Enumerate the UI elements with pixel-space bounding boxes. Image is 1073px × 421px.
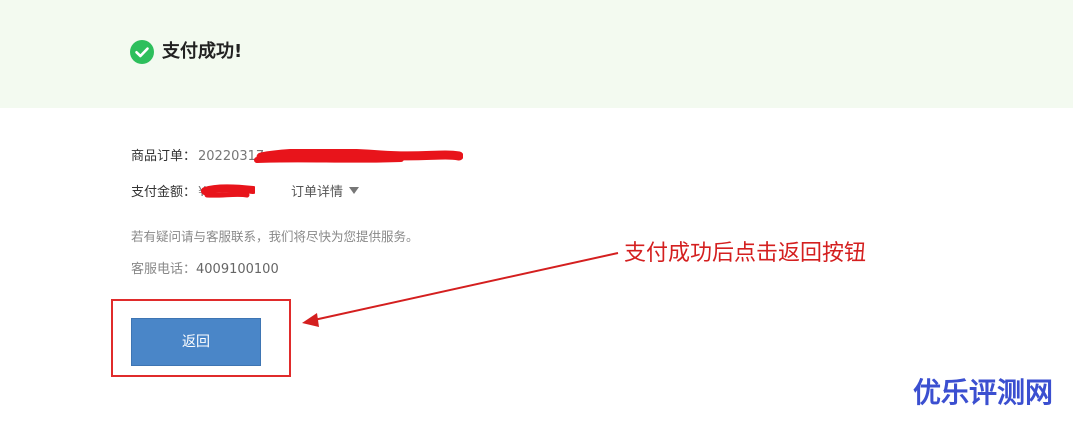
watermark: 优乐评测网 xyxy=(913,376,1054,409)
annotation-arrow xyxy=(302,252,619,327)
annotation-text: 支付成功后点击返回按钮 xyxy=(624,241,867,266)
